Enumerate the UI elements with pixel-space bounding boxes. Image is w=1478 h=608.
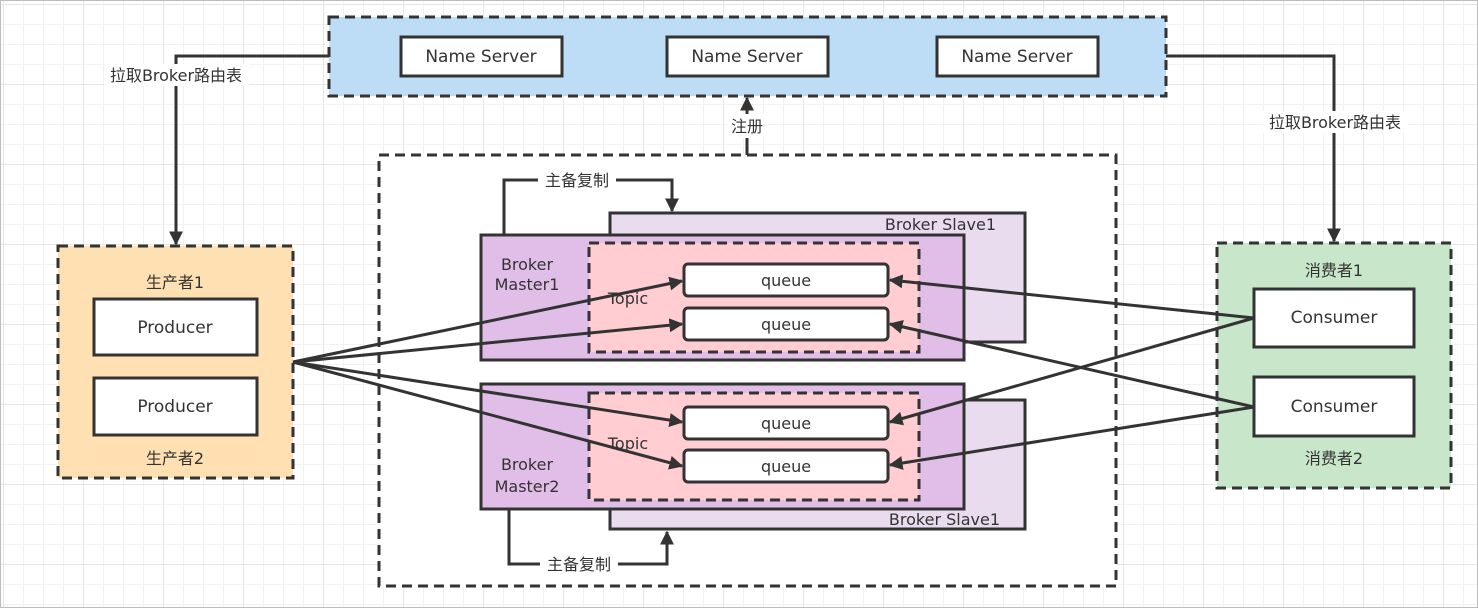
producer-node[interactable]: Producer (92, 376, 259, 437)
broker-master-label-line1: Broker (501, 255, 554, 274)
register-label: 注册 (731, 117, 763, 136)
name-server-label: Name Server (691, 47, 802, 67)
producer-route-edge[interactable]: 拉取Broker路由表 (104, 54, 329, 246)
consumer-label: Consumer (1291, 397, 1378, 417)
rocketmq-architecture-diagram: Name Server Name Server Name Server 拉取Br… (56, 15, 1453, 588)
consumer-label: Consumer (1291, 308, 1378, 328)
replication-label: 主备复制 (545, 171, 609, 190)
broker-slave-label: Broker Slave1 (889, 510, 1000, 529)
queue[interactable]: queue (682, 448, 890, 484)
queue-label: queue (761, 315, 811, 334)
name-server-label: Name Server (425, 47, 536, 67)
register-edge[interactable]: 注册 (727, 96, 767, 155)
queue[interactable]: queue (682, 306, 890, 342)
consumer-node[interactable]: Consumer (1252, 375, 1416, 438)
producer-group-title-top: 生产者1 (146, 273, 204, 292)
queue-label: queue (761, 457, 811, 476)
consumer-group: 消费者1 Consumer Consumer 消费者2 (1215, 241, 1453, 490)
broker-master-label-line2: Master1 (495, 275, 560, 294)
broker-master-label-line1: Broker (501, 455, 554, 474)
producer-group: 生产者1 Producer Producer 生产者2 (56, 244, 295, 480)
producer-route-label: 拉取Broker路由表 (110, 66, 242, 85)
name-server-node[interactable]: Name Server (935, 35, 1100, 78)
producer-label: Producer (137, 397, 212, 417)
queue-label: queue (761, 271, 811, 290)
name-server-group: Name Server Name Server Name Server (327, 15, 1168, 98)
consumer-group-title-top: 消费者1 (1305, 261, 1363, 280)
name-server-label: Name Server (961, 47, 1072, 67)
queue[interactable]: queue (682, 405, 890, 441)
consumer-node[interactable]: Consumer (1252, 287, 1416, 349)
consumer-route-edge[interactable]: 拉取Broker路由表 (1166, 54, 1408, 243)
producer-group-title-bottom: 生产者2 (146, 449, 204, 468)
consumer-route-label: 拉取Broker路由表 (1269, 113, 1401, 132)
producer-node[interactable]: Producer (92, 297, 259, 357)
name-server-node[interactable]: Name Server (665, 35, 830, 78)
name-server-node[interactable]: Name Server (399, 35, 564, 78)
broker-slave-label: Broker Slave1 (885, 215, 996, 234)
broker-master-label-line2: Master2 (495, 477, 560, 496)
replication-label: 主备复制 (547, 555, 611, 574)
queue[interactable]: queue (682, 262, 890, 298)
queue-label: queue (761, 414, 811, 433)
producer-label: Producer (137, 318, 212, 338)
consumer-group-title-bottom: 消费者2 (1305, 449, 1363, 468)
